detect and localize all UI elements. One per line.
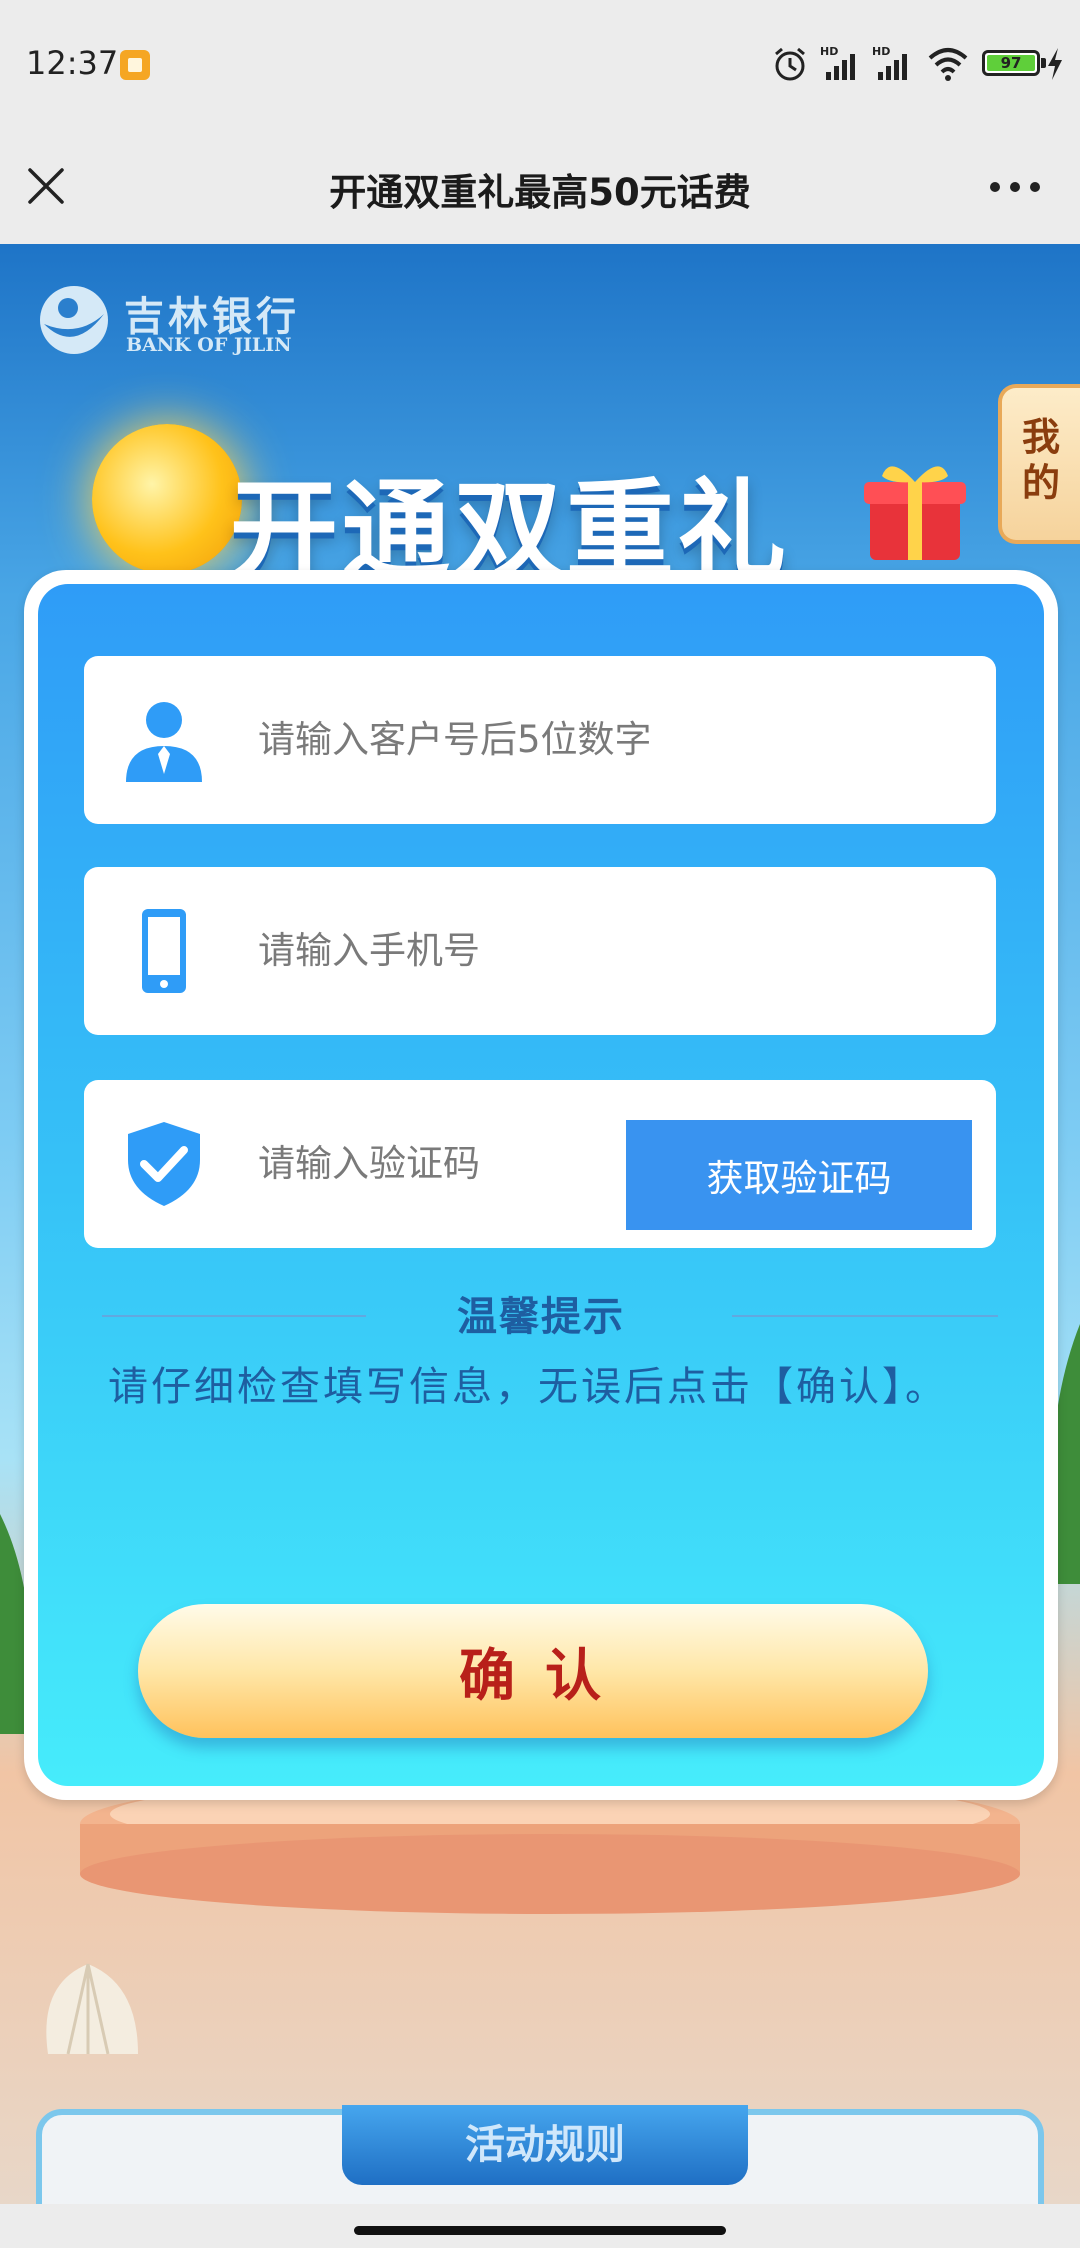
- rules-tab[interactable]: 活动规则: [342, 2105, 748, 2185]
- shield-check-icon: [128, 1122, 200, 1206]
- page-title: 开通双重礼最高50元话费: [329, 171, 751, 214]
- my-tab-line2: 的: [1021, 461, 1060, 505]
- more-icon[interactable]: [990, 182, 1040, 194]
- tip-text: 请仔细检查填写信息，无误后点击【确认】。: [108, 1364, 948, 1410]
- nav-bar: 开通双重礼最高50元话费: [0, 130, 1080, 244]
- bank-logo-icon: [40, 286, 108, 354]
- gift-box-icon: [864, 466, 966, 560]
- svg-text:HD: HD: [872, 45, 890, 58]
- phone-field[interactable]: [84, 867, 996, 1035]
- wifi-icon: [928, 48, 968, 81]
- svg-text:HD: HD: [820, 45, 838, 58]
- rules-section: 活动规则: [36, 2105, 1044, 2204]
- sun-decoration: [92, 424, 242, 574]
- hd-signal-icon: HD: [820, 45, 855, 80]
- home-indicator[interactable]: [354, 2226, 726, 2235]
- bank-name-en: BANK OF JILIN: [126, 334, 292, 356]
- form-card: 获取验证码 温馨提示 请仔细检查填写信息，无误后点击【确认】。 确认: [24, 570, 1058, 1800]
- battery-level: 97: [1000, 54, 1022, 72]
- phone-input[interactable]: [256, 915, 676, 985]
- tip-divider-right: [732, 1315, 998, 1317]
- verify-code-input[interactable]: [256, 1128, 616, 1198]
- system-nav-bar: [0, 2204, 1080, 2248]
- seashell-decoration: [46, 1963, 138, 2055]
- get-code-button[interactable]: 获取验证码: [626, 1120, 972, 1230]
- status-time: 12:37: [26, 44, 119, 82]
- my-prizes-tab[interactable]: 我 的: [998, 384, 1080, 544]
- notification-icon: [120, 50, 150, 80]
- my-tab-line1: 我: [1021, 415, 1060, 459]
- verify-code-field[interactable]: 获取验证码: [84, 1080, 996, 1248]
- phone-icon: [142, 909, 186, 993]
- form-card-body: 获取验证码 温馨提示 请仔细检查填写信息，无误后点击【确认】。 确认: [38, 584, 1044, 1786]
- alarm-icon: [775, 47, 805, 81]
- hd-signal-icon: HD: [872, 45, 907, 80]
- confirm-button[interactable]: 确认: [138, 1604, 928, 1738]
- tip-title: 温馨提示: [457, 1294, 625, 1340]
- charging-icon: [1048, 48, 1062, 80]
- user-icon: [126, 702, 202, 782]
- customer-number-input[interactable]: [256, 704, 676, 774]
- customer-number-field[interactable]: [84, 656, 996, 824]
- battery-icon: 97: [982, 50, 1046, 76]
- status-bar: 12:37 HD HD 97: [0, 0, 1080, 130]
